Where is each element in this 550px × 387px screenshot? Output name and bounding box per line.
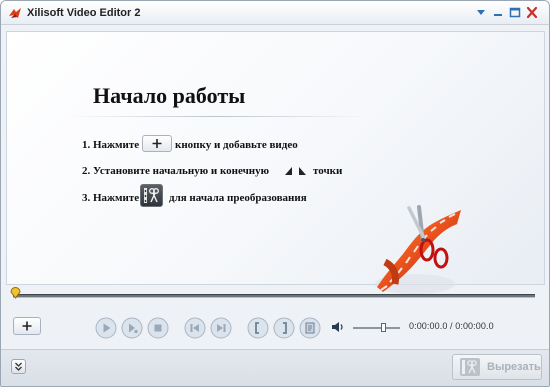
set-start-point-icon[interactable] [247, 317, 269, 339]
heading-divider [67, 116, 367, 117]
cut-button-label: Вырезать [487, 361, 541, 373]
previous-frame-icon[interactable] [184, 317, 206, 339]
set-end-point-icon[interactable] [273, 317, 295, 339]
play-icon[interactable] [95, 317, 117, 339]
start-marker-icon [285, 167, 292, 175]
volume-slider-track[interactable] [353, 327, 400, 329]
expand-chevron-icon [15, 362, 22, 371]
end-marker-icon [299, 167, 306, 175]
inline-add-button [142, 135, 172, 152]
menu-triangle-icon[interactable] [474, 6, 488, 19]
getting-started-heading: Начало работы [93, 83, 246, 108]
step-1-suffix: кнопку и добавьте видео [175, 139, 298, 151]
plus-icon [152, 139, 162, 148]
plus-icon [22, 321, 32, 331]
step-3-suffix: для начала преобразования [169, 192, 307, 204]
step-2-suffix: точки [313, 165, 343, 177]
app-logo-icon [9, 8, 21, 18]
next-frame-icon[interactable] [210, 317, 232, 339]
app-logo-illustration [375, 205, 461, 294]
step-2-prefix: 2. Установите начальную и конечную [82, 165, 270, 177]
close-icon[interactable] [525, 6, 539, 19]
preview-area: Начало работы 1. Нажмите кнопку и добавь… [6, 31, 545, 294]
app-window: Xilisoft Video Editor 2 Начало работы 1.… [0, 0, 550, 387]
timeline-position-knob[interactable] [9, 287, 21, 299]
minimize-icon[interactable] [491, 6, 505, 19]
time-display: 0:00:00.0 / 0:00:00.0 [409, 321, 494, 331]
cut-button[interactable]: Вырезать [452, 354, 542, 380]
window-title: Xilisoft Video Editor 2 [27, 7, 141, 19]
expand-button[interactable] [11, 359, 26, 374]
volume-slider-knob[interactable] [381, 323, 387, 332]
scissors-film-icon [460, 358, 480, 376]
title-bar[interactable]: Xilisoft Video Editor 2 [1, 1, 549, 25]
scissors-film-icon [144, 188, 159, 203]
maximize-icon[interactable] [508, 6, 522, 19]
play-segment-icon[interactable] [121, 317, 143, 339]
step-1-prefix: 1. Нажмите [82, 139, 140, 151]
stop-icon[interactable] [147, 317, 169, 339]
speaker-icon[interactable] [331, 321, 345, 333]
add-video-button[interactable] [13, 317, 41, 335]
inline-cut-button [140, 184, 163, 207]
step-3-prefix: 3. Нажмите [82, 192, 140, 204]
snapshot-icon[interactable] [299, 317, 321, 339]
timeline-track[interactable] [13, 294, 535, 298]
